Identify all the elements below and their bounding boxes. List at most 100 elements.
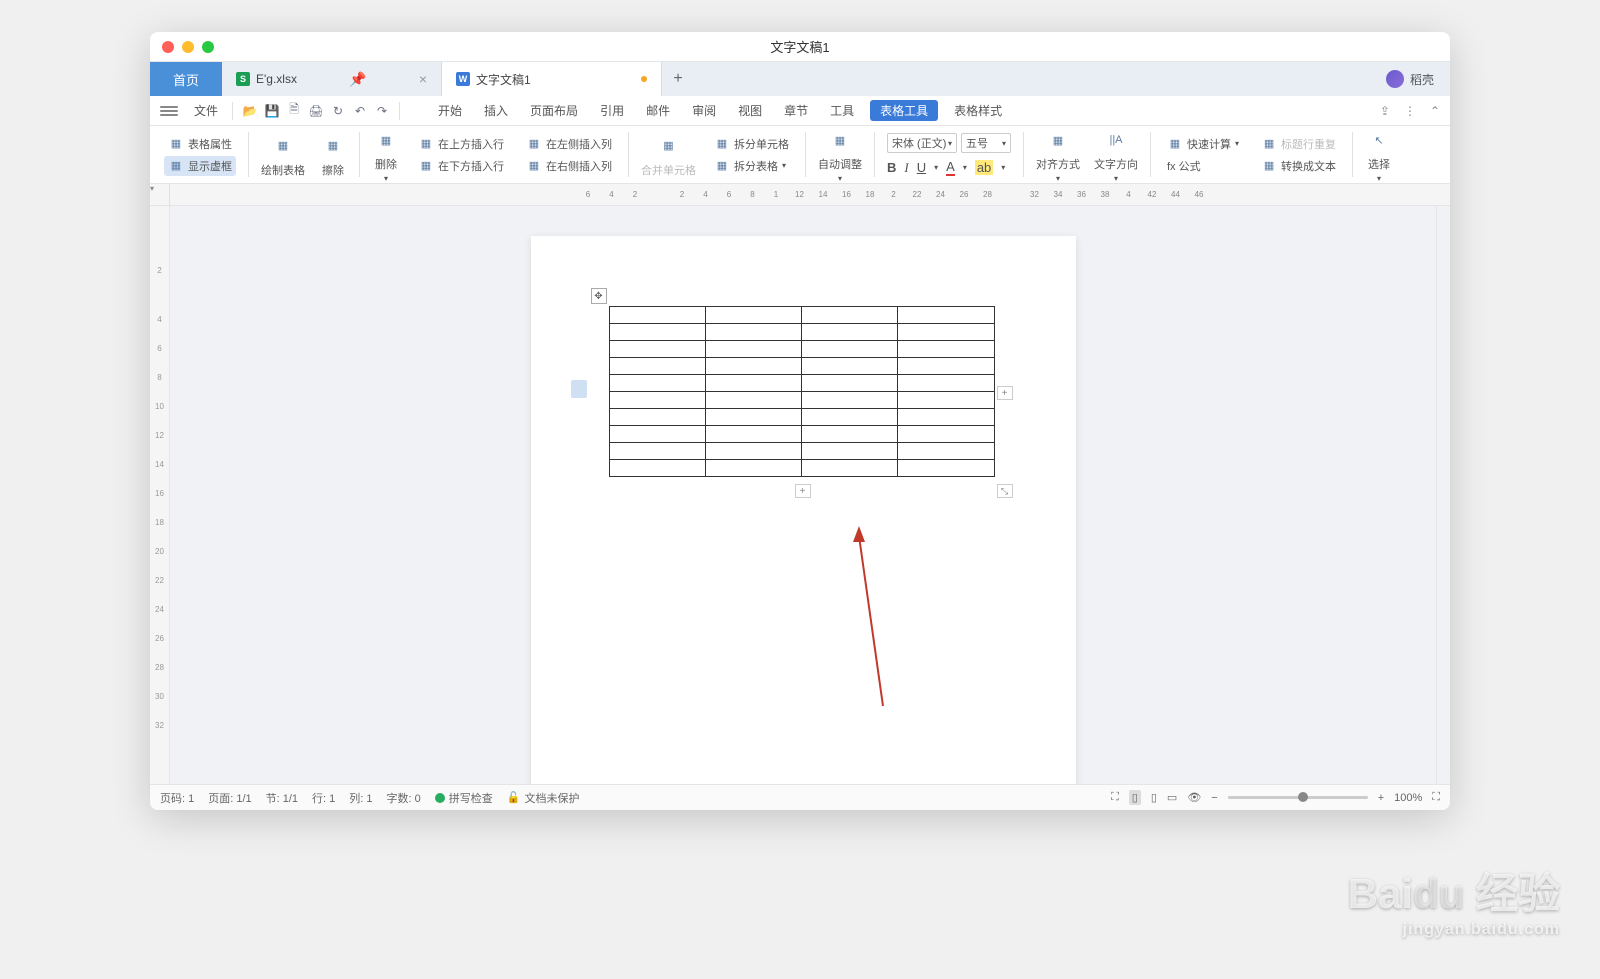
font-family-select[interactable]: 宋体 (正文)▾ xyxy=(887,133,957,153)
status-section[interactable]: 节: 1/1 xyxy=(266,790,298,806)
insert-col-left-button[interactable]: ▦在左侧插入列 xyxy=(522,134,616,154)
print-icon[interactable]: 🖨 xyxy=(307,102,325,120)
table-cell[interactable] xyxy=(705,460,801,477)
insert-row-below-button[interactable]: ▦在下方插入行 xyxy=(414,156,508,176)
tab-table-tools[interactable]: 表格工具 xyxy=(870,100,938,121)
document-area[interactable]: ✥ + + ⤡ xyxy=(170,206,1436,784)
table-cell[interactable] xyxy=(609,409,705,426)
table-cell[interactable] xyxy=(898,443,994,460)
zoom-level[interactable]: 100% xyxy=(1394,792,1422,804)
table-cell[interactable] xyxy=(898,324,994,341)
table-cell[interactable] xyxy=(802,409,898,426)
table-cell[interactable] xyxy=(609,426,705,443)
table-cell[interactable] xyxy=(705,375,801,392)
bold-button[interactable]: B xyxy=(887,160,896,175)
font-size-select[interactable]: 五号▾ xyxy=(961,133,1011,153)
table-cell[interactable] xyxy=(802,324,898,341)
status-spellcheck[interactable]: 拼写检查 xyxy=(435,790,493,806)
formula-button[interactable]: fx 公式 xyxy=(1163,156,1243,176)
delete-button[interactable]: ▦删除▾ xyxy=(366,124,406,185)
to-text-button[interactable]: ▦转换成文本 xyxy=(1257,156,1340,176)
table-cell[interactable] xyxy=(898,392,994,409)
tab-document[interactable]: W 文字文稿1 xyxy=(442,62,662,96)
table-cell[interactable] xyxy=(898,358,994,375)
file-menu[interactable]: 文件 xyxy=(188,102,224,119)
table-row[interactable] xyxy=(609,392,994,409)
table-cell[interactable] xyxy=(609,358,705,375)
table-cell[interactable] xyxy=(898,409,994,426)
table-cell[interactable] xyxy=(705,409,801,426)
merge-cells-button[interactable]: ▦合并单元格 xyxy=(635,130,702,180)
more-icon[interactable]: ⋮ xyxy=(1404,104,1416,118)
table-cell[interactable] xyxy=(802,426,898,443)
collapse-ribbon-icon[interactable]: ⌃ xyxy=(1430,104,1440,118)
table-cell[interactable] xyxy=(705,392,801,409)
highlight-button[interactable]: ab xyxy=(975,160,993,175)
maximize-window-button[interactable] xyxy=(202,41,214,53)
table-cell[interactable] xyxy=(705,341,801,358)
font-color-button[interactable]: A xyxy=(946,159,955,176)
table-cell[interactable] xyxy=(898,341,994,358)
refresh-icon[interactable]: ↻ xyxy=(329,102,347,120)
table-properties-button[interactable]: ▦表格属性 xyxy=(164,134,236,154)
table-cell[interactable] xyxy=(609,341,705,358)
table-row[interactable] xyxy=(609,358,994,375)
split-cells-button[interactable]: ▦拆分单元格 xyxy=(710,134,793,154)
status-words[interactable]: 字数: 0 xyxy=(387,790,421,806)
tab-tools[interactable]: 工具 xyxy=(824,100,860,121)
table-cell[interactable] xyxy=(802,443,898,460)
select-button[interactable]: ↖选择▾ xyxy=(1359,124,1399,185)
italic-button[interactable]: I xyxy=(904,160,908,176)
redo-icon[interactable]: ↷ xyxy=(373,102,391,120)
table-cell[interactable] xyxy=(705,307,801,324)
tab-insert[interactable]: 插入 xyxy=(478,100,514,121)
tab-spreadsheet[interactable]: S E'g.xlsx 📌 × xyxy=(222,62,442,96)
table-cell[interactable] xyxy=(802,460,898,477)
table-cell[interactable] xyxy=(705,443,801,460)
underline-button[interactable]: U xyxy=(917,160,926,175)
tab-reference[interactable]: 引用 xyxy=(594,100,630,121)
status-page[interactable]: 页面: 1/1 xyxy=(208,790,251,806)
status-col[interactable]: 列: 1 xyxy=(349,790,372,806)
vertical-ruler[interactable]: 2468101214161820222426283032 xyxy=(150,206,170,784)
status-protection[interactable]: 🔓文档未保护 xyxy=(507,790,580,806)
tab-table-style[interactable]: 表格样式 xyxy=(948,100,1008,121)
split-table-button[interactable]: ▦拆分表格▾ xyxy=(710,156,793,176)
zoom-out-button[interactable]: − xyxy=(1211,792,1217,804)
table-cell[interactable] xyxy=(898,460,994,477)
table-row[interactable] xyxy=(609,341,994,358)
table-row[interactable] xyxy=(609,324,994,341)
table-cell[interactable] xyxy=(898,375,994,392)
view-web-icon[interactable]: ▭ xyxy=(1167,791,1177,804)
insert-col-right-button[interactable]: ▦在右侧插入列 xyxy=(522,156,616,176)
save-icon[interactable]: 💾 xyxy=(263,102,281,120)
undo-icon[interactable]: ↶ xyxy=(351,102,369,120)
eraser-button[interactable]: ▦擦除 xyxy=(313,130,353,180)
auto-adjust-button[interactable]: ▦自动调整▾ xyxy=(812,124,868,185)
draw-table-button[interactable]: ▦绘制表格 xyxy=(255,130,311,180)
open-icon[interactable]: 📂 xyxy=(241,102,259,120)
print-preview-icon[interactable]: 🗎 xyxy=(285,102,303,120)
table-row[interactable] xyxy=(609,443,994,460)
text-direction-button[interactable]: ||A文字方向▾ xyxy=(1088,124,1144,185)
table-row[interactable] xyxy=(609,375,994,392)
view-read-icon[interactable]: 👁 xyxy=(1187,791,1201,804)
table-cell[interactable] xyxy=(802,375,898,392)
zoom-in-button[interactable]: + xyxy=(1378,792,1384,804)
pin-icon[interactable]: 📌 xyxy=(349,71,366,88)
status-page-no[interactable]: 页码: 1 xyxy=(160,790,194,806)
table-cell[interactable] xyxy=(898,307,994,324)
header-repeat-button[interactable]: ▦标题行重复 xyxy=(1257,134,1340,154)
status-line[interactable]: 行: 1 xyxy=(312,790,335,806)
table-cell[interactable] xyxy=(802,341,898,358)
insert-row-above-button[interactable]: ▦在上方插入行 xyxy=(414,134,508,154)
table-cell[interactable] xyxy=(802,358,898,375)
tab-layout[interactable]: 页面布局 xyxy=(524,100,584,121)
quick-calc-button[interactable]: ▦快速计算▾ xyxy=(1163,134,1243,154)
show-dashed-button[interactable]: ▦显示虚框 xyxy=(164,156,236,176)
table-row[interactable] xyxy=(609,460,994,477)
table-cell[interactable] xyxy=(898,426,994,443)
table-cell[interactable] xyxy=(609,460,705,477)
table-cell[interactable] xyxy=(705,426,801,443)
tab-view[interactable]: 视图 xyxy=(732,100,768,121)
